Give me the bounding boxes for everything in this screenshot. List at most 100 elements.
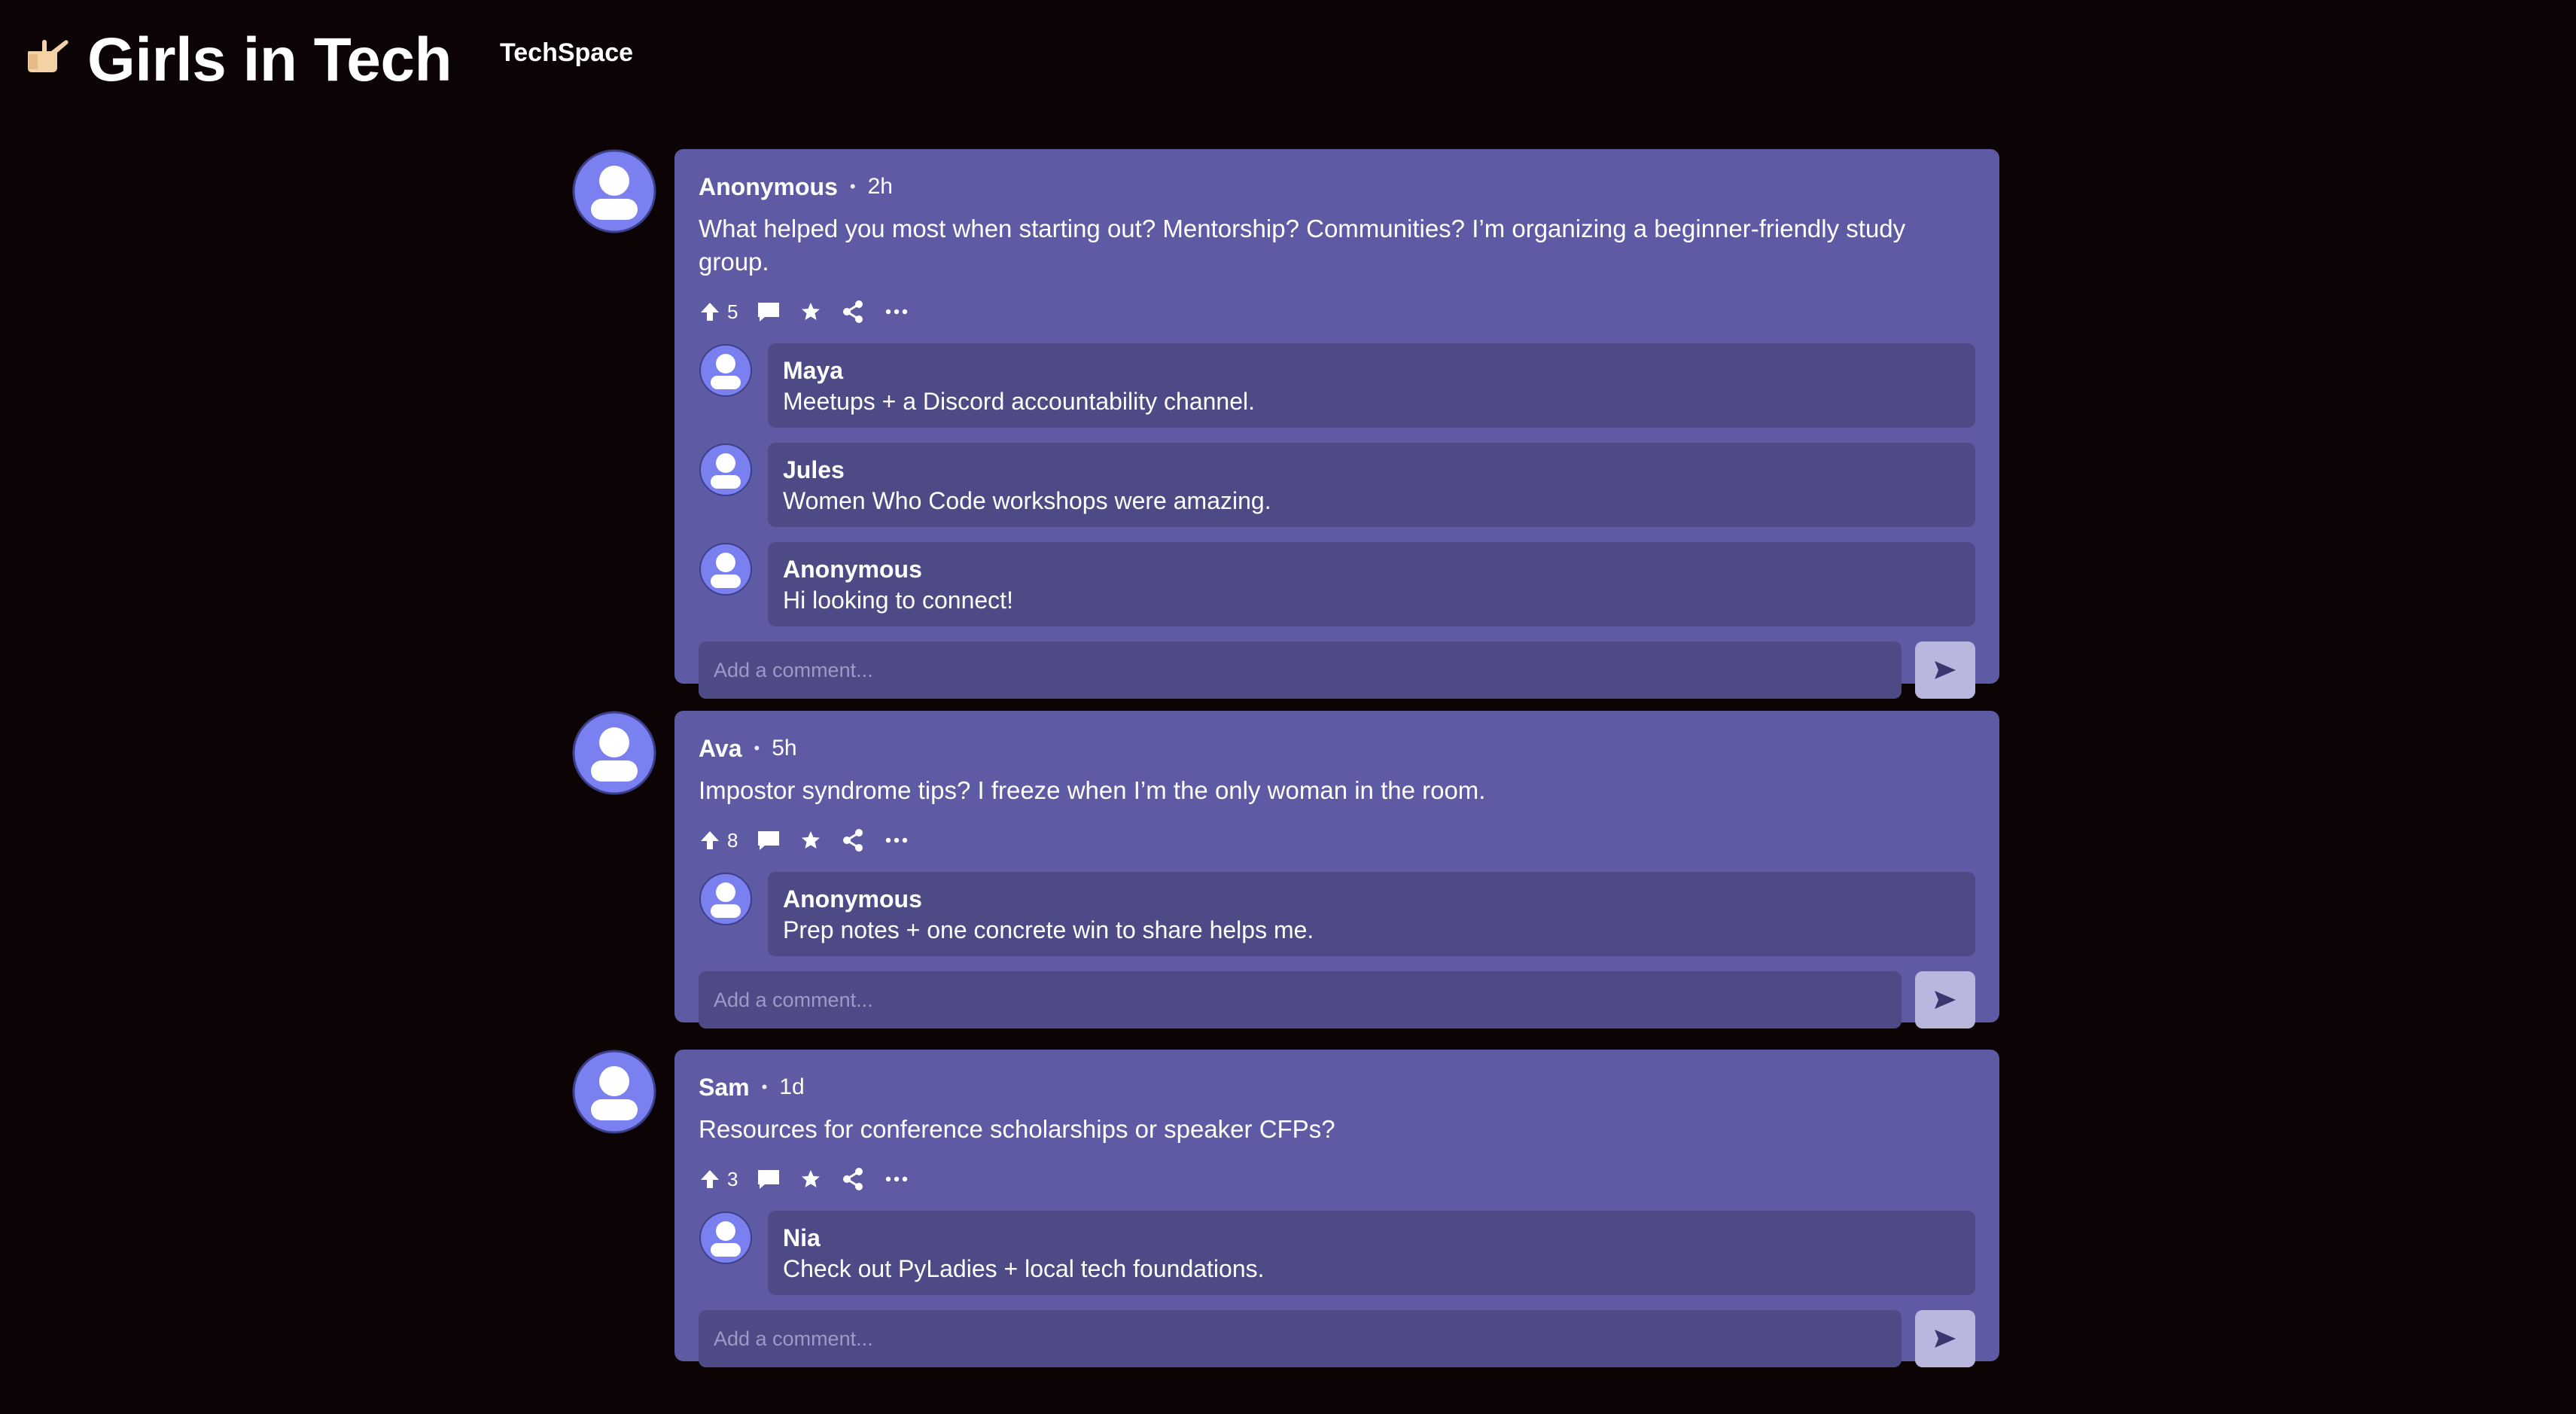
app-title: Girls in Tech xyxy=(87,26,452,94)
post-card: Ava • 5h Impostor syndrome tips? I freez… xyxy=(674,711,1999,1029)
post-meta: Anonymous • 2h xyxy=(699,172,1975,202)
reply-text: Women Who Code workshops were amazing. xyxy=(783,487,1271,514)
share-button[interactable] xyxy=(840,291,866,333)
user-avatar-icon xyxy=(699,344,752,397)
upvote-button[interactable]: 5 xyxy=(699,291,738,333)
user-avatar-icon xyxy=(699,1211,752,1264)
send-button[interactable] xyxy=(1915,971,1975,1029)
comment-row xyxy=(699,1310,1975,1367)
reply-author[interactable]: Maya xyxy=(783,355,1960,385)
share-button[interactable] xyxy=(840,819,866,861)
reply-bubble: Maya Meetups + a Discord accountability … xyxy=(768,343,1975,428)
favorite-button[interactable] xyxy=(799,819,822,861)
reply-item: Anonymous Hi looking to connect! xyxy=(699,542,1975,626)
post-meta: Ava • 5h xyxy=(699,733,1975,763)
comment-row xyxy=(699,971,1975,1029)
hand-pointing-icon xyxy=(28,40,69,72)
separator-dot: • xyxy=(849,177,856,196)
post-card: Sam • 1d Resources for conference schola… xyxy=(674,1050,1999,1367)
reply-text: Prep notes + one concrete win to share h… xyxy=(783,916,1314,943)
post-actions: 5 xyxy=(699,291,1975,333)
user-avatar-icon xyxy=(699,543,752,596)
favorite-button[interactable] xyxy=(799,1158,822,1200)
post-text: Resources for conference scholarships or… xyxy=(699,1115,1335,1143)
reply-list: Nia Check out PyLadies + local tech foun… xyxy=(699,1211,1975,1295)
user-avatar-icon xyxy=(572,711,656,795)
app-header: Girls in Tech TechSpace xyxy=(0,0,2576,120)
post: Anonymous • 2h What helped you most when… xyxy=(572,149,1999,699)
post-time: 2h xyxy=(867,174,893,199)
comment-button[interactable] xyxy=(756,291,781,333)
comment-row xyxy=(699,641,1975,699)
star-icon xyxy=(802,831,821,849)
favorite-button[interactable] xyxy=(799,291,822,333)
more-icon xyxy=(886,309,908,315)
user-avatar-icon xyxy=(572,149,656,233)
comment-icon xyxy=(758,1170,780,1189)
send-button[interactable] xyxy=(1915,1310,1975,1367)
comment-input[interactable] xyxy=(699,641,1902,699)
post-text: Impostor syndrome tips? I freeze when I’… xyxy=(699,776,1486,804)
reply-text: Check out PyLadies + local tech foundati… xyxy=(783,1255,1265,1282)
share-icon xyxy=(843,1168,863,1190)
reply-author[interactable]: Nia xyxy=(783,1223,1960,1253)
post-author[interactable]: Ava xyxy=(699,735,742,763)
reply-author[interactable]: Anonymous xyxy=(783,884,1960,914)
reply-text: Hi looking to connect! xyxy=(783,587,1013,614)
comment-input[interactable] xyxy=(699,971,1902,1029)
user-avatar-icon xyxy=(699,443,752,496)
user-avatar-icon xyxy=(699,873,752,925)
post-text: What helped you most when starting out? … xyxy=(699,215,1906,276)
post-author[interactable]: Sam xyxy=(699,1074,750,1102)
reply-list: Maya Meetups + a Discord accountability … xyxy=(699,343,1975,626)
upvote-count: 5 xyxy=(727,300,738,323)
comment-icon xyxy=(758,303,780,322)
post-time: 5h xyxy=(772,736,797,760)
reply-item: Jules Women Who Code workshops were amaz… xyxy=(699,443,1975,527)
techspace-link[interactable]: TechSpace xyxy=(500,38,633,68)
reply-bubble: Jules Women Who Code workshops were amaz… xyxy=(768,443,1975,527)
reply-item: Maya Meetups + a Discord accountability … xyxy=(699,343,1975,428)
post-actions: 3 xyxy=(699,1158,1975,1200)
comment-input[interactable] xyxy=(699,1310,1902,1367)
post-author[interactable]: Anonymous xyxy=(699,173,838,201)
send-icon xyxy=(1935,991,1956,1009)
send-icon xyxy=(1935,1330,1956,1348)
post-meta: Sam • 1d xyxy=(699,1072,1975,1102)
reply-list: Anonymous Prep notes + one concrete win … xyxy=(699,872,1975,956)
post-feed: Anonymous • 2h What helped you most when… xyxy=(572,149,1999,1388)
star-icon xyxy=(802,303,821,320)
more-icon xyxy=(886,1176,908,1182)
separator-dot: • xyxy=(761,1077,768,1096)
send-icon xyxy=(1935,661,1956,679)
share-button[interactable] xyxy=(840,1158,866,1200)
arrow-up-icon xyxy=(701,303,719,321)
share-icon xyxy=(843,300,863,323)
more-icon xyxy=(886,837,908,843)
reply-bubble: Anonymous Prep notes + one concrete win … xyxy=(768,872,1975,956)
comment-button[interactable] xyxy=(756,1158,781,1200)
post-card: Anonymous • 2h What helped you most when… xyxy=(674,149,1999,699)
post: Sam • 1d Resources for conference schola… xyxy=(572,1050,1999,1367)
reply-bubble: Anonymous Hi looking to connect! xyxy=(768,542,1975,626)
upvote-count: 8 xyxy=(727,828,738,852)
share-icon xyxy=(843,829,863,852)
comment-button[interactable] xyxy=(756,819,781,861)
reply-author[interactable]: Anonymous xyxy=(783,554,1960,584)
post: Ava • 5h Impostor syndrome tips? I freez… xyxy=(572,711,1999,1029)
reply-text: Meetups + a Discord accountability chann… xyxy=(783,388,1256,415)
arrow-up-icon xyxy=(701,1170,719,1188)
star-icon xyxy=(802,1170,821,1187)
more-button[interactable] xyxy=(884,291,909,333)
reply-bubble: Nia Check out PyLadies + local tech foun… xyxy=(768,1211,1975,1295)
more-button[interactable] xyxy=(884,819,909,861)
upvote-button[interactable]: 3 xyxy=(699,1158,738,1200)
more-button[interactable] xyxy=(884,1158,909,1200)
arrow-up-icon xyxy=(701,831,719,849)
send-button[interactable] xyxy=(1915,641,1975,699)
reply-author[interactable]: Jules xyxy=(783,455,1960,485)
reply-item: Nia Check out PyLadies + local tech foun… xyxy=(699,1211,1975,1295)
comment-icon xyxy=(758,831,780,850)
upvote-button[interactable]: 8 xyxy=(699,819,738,861)
upvote-count: 3 xyxy=(727,1167,738,1190)
